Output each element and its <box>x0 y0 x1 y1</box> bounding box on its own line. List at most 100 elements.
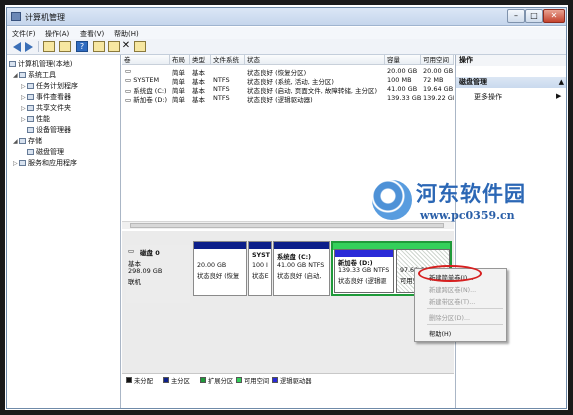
toolbar: ? ✕ <box>7 39 566 55</box>
legend-unallocated: 未分配 <box>134 378 153 385</box>
legend-logical: 逻辑驱动器 <box>280 378 312 385</box>
legend-swatch-logical <box>272 377 278 383</box>
column-header-layout[interactable]: 布局 <box>170 55 190 65</box>
menu-separator <box>427 308 503 309</box>
partition-size: 100 I <box>252 262 268 269</box>
highlight-circle <box>418 265 482 282</box>
computer-management-icon <box>11 12 21 21</box>
window-title: 计算机管理 <box>25 13 65 22</box>
storage-icon <box>19 138 26 144</box>
actions-header: 操作 <box>456 55 566 66</box>
tree-performance[interactable]: ▷ 性能 <box>21 114 50 124</box>
tree-task-scheduler[interactable]: ▷ 任务计划程序 <box>21 81 78 91</box>
partition-c[interactable]: 系统盘 (C:) 41.00 GB NTFS 状态良好 (启动, <box>273 241 330 296</box>
cell-capacity: 20.00 GB <box>387 67 418 75</box>
cell-free-space: 139.22 GB <box>423 94 454 102</box>
up-folder-icon[interactable] <box>43 41 55 52</box>
partition-status: 状态良好 (恢复 <box>197 273 240 280</box>
partition-status: 状态良好 (逻辑驱 <box>338 278 387 285</box>
tools-icon <box>19 72 26 78</box>
menu-view[interactable]: 查看(V) <box>80 29 104 39</box>
more-actions[interactable]: 更多操作 <box>474 92 502 102</box>
partition-recovery[interactable]: 20.00 GB 状态良好 (恢复 <box>193 241 247 296</box>
primary-partition-bar <box>274 242 329 249</box>
menu-bar: 文件(F) 操作(A) 查看(V) 帮助(H) <box>7 27 566 39</box>
legend-primary: 主分区 <box>171 378 190 385</box>
cell-capacity: 139.33 GB <box>387 94 421 102</box>
partition-size: 139.33 GB NTFS <box>338 267 390 274</box>
partition-status: 状态良好 (启动, <box>277 273 322 280</box>
partition-d[interactable]: 新加卷 (D:) 139.33 GB NTFS 状态良好 (逻辑驱 <box>334 249 394 293</box>
menu-new-striped-volume[interactable]: 新建带区卷(T)... <box>429 297 475 306</box>
cell-capacity: 100 MB <box>387 76 412 84</box>
tree-disk-management[interactable]: 磁盘管理 <box>27 147 64 157</box>
console-tree: 计算机管理(本地) ◢ 系统工具 ▷ 任务计划程序 ▷ 事件查看器 ▷ 共享文件夹 ▷ 性… <box>7 55 121 408</box>
disk-name: 磁盘 0 <box>140 249 160 257</box>
submenu-arrow-icon[interactable]: ▶ <box>556 92 561 100</box>
partition-system[interactable]: SYST 100 I 状态E <box>248 241 272 296</box>
settings-icon[interactable] <box>134 41 146 52</box>
minimize-button[interactable]: – <box>507 9 525 23</box>
partition-label: 新加卷 (D:) <box>338 260 373 267</box>
close-button[interactable]: ✕ <box>543 9 565 23</box>
menu-delete-partition[interactable]: 删除分区(D)... <box>429 313 470 322</box>
cell-status: 状态良好 (逻辑驱动器) <box>247 96 313 104</box>
back-arrow-icon[interactable] <box>13 42 21 52</box>
partition-label: 系统盘 (C:) <box>277 254 311 261</box>
drive-icon: ▭ <box>125 76 134 84</box>
show-tree-icon[interactable] <box>59 41 71 52</box>
legend-free: 可用空间 <box>244 378 270 385</box>
tree-services-apps[interactable]: ▷ 服务和应用程序 <box>13 158 77 168</box>
refresh-icon[interactable] <box>108 41 120 52</box>
cell-capacity: 41.00 GB <box>387 85 418 93</box>
column-header-volume[interactable]: 卷 <box>122 55 170 65</box>
performance-icon <box>27 116 34 122</box>
cell-filesystem: NTFS <box>213 85 230 93</box>
cell-volume: ▭ SYSTEM <box>125 76 160 84</box>
disk-0-label[interactable]: ▭ 磁盘 0 基本 298.09 GB 联机 <box>126 245 190 303</box>
tree-root[interactable]: 计算机管理(本地) <box>9 59 72 69</box>
watermark-url: www.pc0359.cn <box>420 209 515 222</box>
menu-new-spanned-volume[interactable]: 新建跨区卷(N)... <box>429 285 476 294</box>
maximize-button[interactable]: □ <box>525 9 543 23</box>
menu-help[interactable]: 帮助(H) <box>429 329 451 338</box>
cell-layout: 简单 <box>172 96 185 104</box>
cell-volume: ▭ <box>123 67 170 75</box>
column-header-free-space[interactable]: 可用空间 <box>421 55 454 65</box>
toolbar-separator <box>38 41 39 52</box>
delete-icon[interactable]: ✕ <box>120 41 132 52</box>
menu-help[interactable]: 帮助(H) <box>114 29 139 39</box>
menu-action[interactable]: 操作(A) <box>45 29 69 39</box>
event-log-icon <box>27 94 34 100</box>
menu-separator <box>427 324 503 325</box>
help-icon[interactable]: ? <box>76 41 88 52</box>
actions-section-disk-management[interactable]: 磁盘管理 ▲ <box>456 77 566 88</box>
device-icon <box>27 127 34 133</box>
column-header-type[interactable]: 类型 <box>190 55 211 65</box>
menu-file[interactable]: 文件(F) <box>12 29 36 39</box>
title-bar: 计算机管理 – □ ✕ <box>7 8 566 26</box>
column-header-status[interactable]: 状态 <box>245 55 385 65</box>
tree-device-manager[interactable]: 设备管理器 <box>27 125 71 135</box>
properties-icon[interactable] <box>93 41 105 52</box>
column-header-filesystem[interactable]: 文件系统 <box>211 55 245 65</box>
legend-swatch-primary <box>163 377 169 383</box>
watermark-name: 河东软件园 <box>416 181 526 206</box>
collapse-caret-icon[interactable]: ▲ <box>559 77 564 88</box>
legend-swatch-free <box>236 377 242 383</box>
tree-storage[interactable]: ◢ 存储 <box>13 136 42 146</box>
legend-bar: 未分配 主分区 扩展分区 可用空间 逻辑驱动器 <box>122 373 454 385</box>
disk-status: 联机 <box>128 278 141 286</box>
disk-size: 298.09 GB <box>128 267 163 275</box>
partition-label: SYST <box>252 252 270 259</box>
tree-system-tools[interactable]: ◢ 系统工具 <box>13 70 56 80</box>
cell-free-space: 20.00 GB <box>423 67 454 75</box>
column-header-capacity[interactable]: 容量 <box>385 55 421 65</box>
services-icon <box>19 160 26 166</box>
forward-arrow-icon[interactable] <box>25 42 33 52</box>
tree-event-viewer[interactable]: ▷ 事件查看器 <box>21 92 71 102</box>
tree-shared-folders[interactable]: ▷ 共享文件夹 <box>21 103 71 113</box>
clock-icon <box>27 83 34 89</box>
legend-swatch-extended <box>200 377 206 383</box>
cell-free-space: 19.64 GB <box>423 85 454 93</box>
